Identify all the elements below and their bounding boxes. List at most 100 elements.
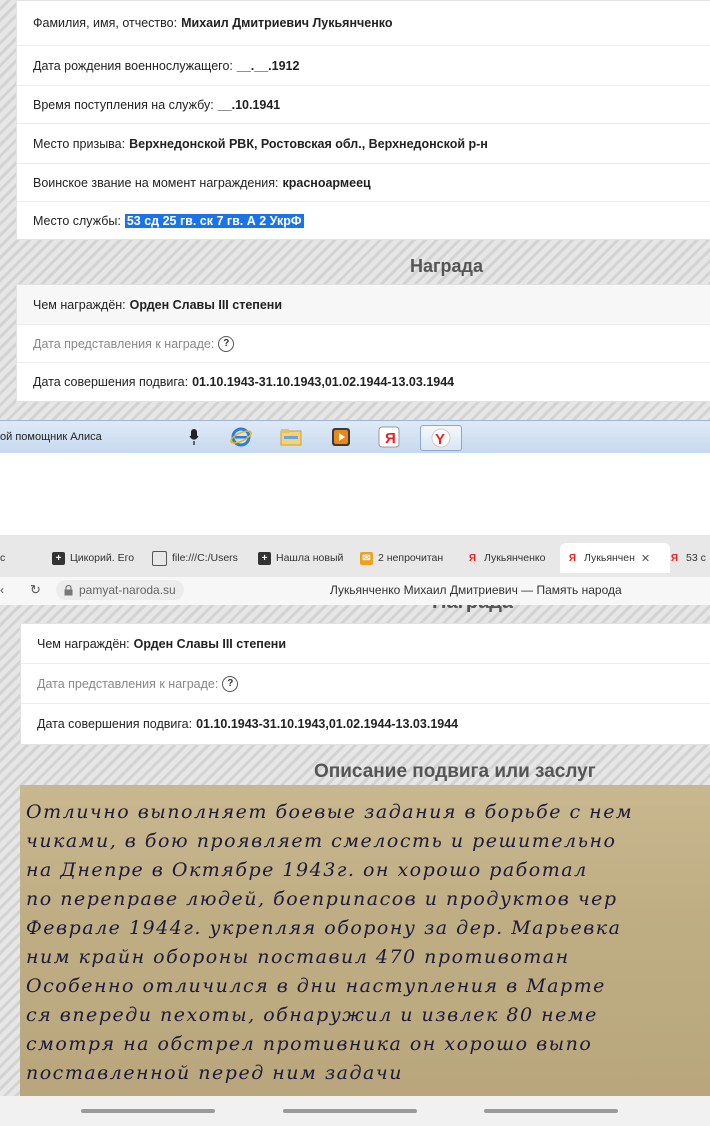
handwriting-line: чиками, в бою проявляет смелость и решит… bbox=[26, 830, 617, 852]
help-icon[interactable]: ? bbox=[222, 675, 239, 692]
award-section-title: Награда bbox=[410, 256, 483, 276]
address-bar: ‹ ↻ pamyat-naroda.su Лукьянченко Михаил … bbox=[0, 577, 710, 606]
info-row-service-start: Время поступления на службу: __.10.1941 bbox=[17, 86, 710, 124]
lock-icon bbox=[64, 584, 73, 595]
microphone-icon[interactable] bbox=[186, 425, 202, 449]
award-card: Чем награждён: Орден Славы III степени Да… bbox=[16, 284, 710, 402]
url-field[interactable]: pamyat-naroda.su bbox=[56, 580, 184, 600]
yandex-disk-icon[interactable]: Я bbox=[374, 425, 404, 449]
row-label: Чем награждён: bbox=[37, 636, 130, 651]
handwriting-line: ся впереди пехоты, обнаружил и извлек 80… bbox=[26, 1004, 598, 1026]
handwriting-line: поставленной перед ним задачи bbox=[26, 1062, 403, 1084]
yandex-icon: Я bbox=[568, 552, 577, 564]
award-row-name: Чем награждён: Орден Славы III степени bbox=[21, 624, 710, 664]
blank-gap bbox=[0, 453, 710, 535]
row-value: 01.10.1943-31.10.1943,01.02.1944-13.03.1… bbox=[192, 375, 455, 389]
info-row-name: Фамилия, имя, отчество: Михаил Дмитриевич… bbox=[17, 1, 710, 46]
bottom-page-background: Награда Чем награждён:Орден Славы III ст… bbox=[0, 605, 710, 1105]
info-row-service-place: Место службы: 53 сд 25 гв. ск 7 гв. А 2 У… bbox=[17, 202, 710, 239]
tab-lukyanchenko-active[interactable]: Я Лукьянчен ✕ bbox=[560, 543, 670, 573]
close-tab-icon[interactable]: ✕ bbox=[641, 552, 650, 565]
handwritten-document-image: Отлично выполняет боевые задания в борьб… bbox=[20, 785, 710, 1105]
award-row-feat-date: Дата совершения подвига: 01.10.1943-31.10… bbox=[21, 704, 710, 744]
help-icon[interactable]: ? bbox=[218, 335, 235, 352]
alice-search-box[interactable]: ой помощник Алиса bbox=[0, 425, 190, 449]
row-label: Дата совершения подвига: bbox=[33, 375, 189, 389]
svg-text:Я: Я bbox=[385, 430, 396, 447]
row-label: Время поступления на службу: bbox=[33, 97, 214, 112]
handwriting-line: Особенно отличился в дни наступления в М… bbox=[26, 975, 606, 997]
row-value: __.__.1912 bbox=[236, 58, 300, 73]
row-value: Орден Славы III степени bbox=[129, 297, 283, 312]
info-row-rank: Воинское звание на момент награждения: кр… bbox=[17, 164, 710, 202]
handwriting-line: смотря на обстрел противника он хорошо в… bbox=[26, 1033, 593, 1055]
handwriting-line: на Днепре в Октябре 1943г. он хорошо раб… bbox=[26, 859, 588, 881]
handwriting-line: ним крайн обороны поставил 470 противота… bbox=[26, 946, 570, 968]
handwriting-line: Феврале 1944г. укрепляя оборону за дер. … bbox=[26, 917, 622, 939]
top-page-background: Фамилия, имя, отчество: Михаил Дмитриевич… bbox=[0, 0, 710, 420]
browser-tab-bar: с + Цикорий. Его file:///C:/Users + Нашла … bbox=[0, 535, 710, 578]
row-value: 01.10.1943-31.10.1943,01.02.1944-13.03.1… bbox=[196, 717, 459, 731]
row-label: Дата представления к награде: bbox=[33, 336, 215, 351]
yandex-icon: Я bbox=[670, 552, 679, 564]
row-value: Орден Славы III степени bbox=[133, 636, 287, 651]
plus-icon: + bbox=[258, 551, 271, 565]
award-row-submission-date: Дата представления к награде:? bbox=[17, 325, 710, 363]
award-card-bottom: Чем награждён: Орден Славы III степени Да… bbox=[20, 623, 710, 745]
nav-pill-center[interactable] bbox=[283, 1109, 417, 1113]
award-section-title-partial: Награда bbox=[432, 605, 513, 614]
yandex-icon: Я bbox=[468, 552, 477, 564]
windows-taskbar: ой помощник Алиса Я Y bbox=[0, 420, 710, 454]
tab-chicory[interactable]: + Цикорий. Его bbox=[52, 543, 144, 573]
award-row-feat-date: Дата совершения подвига: 01.10.1943-31.10… bbox=[17, 363, 710, 401]
feat-description-title: Описание подвига или заслуг bbox=[314, 761, 596, 782]
row-value-link[interactable]: 53 сд 25 гв. ск 7 гв. А 2 УкрФ bbox=[124, 213, 304, 228]
plus-icon: + bbox=[52, 551, 65, 565]
url-text: pamyat-naroda.su bbox=[79, 583, 176, 597]
tab-53[interactable]: Я 53 с bbox=[668, 543, 710, 573]
row-label: Дата совершения подвига: bbox=[37, 717, 193, 731]
award-row-submission-date: Дата представления к награде:? bbox=[21, 664, 710, 704]
nav-pill-right[interactable] bbox=[484, 1109, 618, 1113]
row-label: Чем награждён: bbox=[33, 297, 126, 312]
tab-mail[interactable]: ✉ 2 непрочитан bbox=[360, 543, 460, 573]
tab-lukyanchenko[interactable]: Я Лукьянченко bbox=[466, 543, 558, 573]
info-row-draft-place: Место призыва: Верхнедонской РВК, Ростовс… bbox=[17, 124, 710, 164]
file-explorer-icon[interactable] bbox=[276, 425, 306, 449]
tab-label: file:///C:/Users bbox=[172, 552, 238, 564]
personal-info-card: Фамилия, имя, отчество: Михаил Дмитриевич… bbox=[16, 0, 710, 240]
row-label: Фамилия, имя, отчество: bbox=[33, 16, 178, 30]
award-row-name: Чем награждён: Орден Славы III степени bbox=[17, 285, 710, 325]
row-label: Дата представления к награде: bbox=[37, 676, 219, 691]
back-icon[interactable]: ‹ bbox=[0, 583, 4, 597]
tab-label: 53 с bbox=[686, 552, 706, 564]
alice-label: ой помощник Алиса bbox=[0, 431, 102, 443]
system-navigation-bar bbox=[0, 1096, 710, 1126]
tab-label: Нашла новый bbox=[276, 552, 344, 564]
tab-file[interactable]: file:///C:/Users bbox=[152, 543, 250, 573]
tab-label: Лукьянченко bbox=[484, 552, 546, 564]
row-value: Михаил Дмитриевич Лукьянченко bbox=[181, 16, 393, 30]
handwriting-line: Отлично выполняет боевые задания в борьб… bbox=[26, 801, 634, 823]
page-title: Лукьянченко Михаил Дмитриевич — Память н… bbox=[330, 583, 622, 597]
row-value: красноармеец bbox=[282, 175, 371, 190]
mail-icon: ✉ bbox=[360, 551, 373, 565]
row-label: Воинское звание на момент награждения: bbox=[33, 175, 279, 190]
row-value: __.10.1941 bbox=[217, 97, 281, 112]
tab-label: 2 непрочитан bbox=[378, 552, 444, 564]
nav-pill-left[interactable] bbox=[81, 1109, 215, 1113]
tab-label: Лукьянчен bbox=[584, 552, 635, 564]
media-player-icon[interactable] bbox=[326, 425, 356, 449]
yandex-browser-icon[interactable]: Y bbox=[420, 425, 462, 451]
row-value: Верхнедонской РВК, Ростовская обл., Верх… bbox=[129, 136, 488, 151]
tab-found[interactable]: + Нашла новый bbox=[258, 543, 350, 573]
row-label: Дата рождения военнослужащего: bbox=[33, 58, 233, 73]
tab-label: Цикорий. Его bbox=[70, 552, 135, 564]
internet-explorer-icon[interactable] bbox=[226, 425, 256, 449]
row-label: Место призыва: bbox=[33, 136, 126, 151]
handwriting-line: по переправе людей, боеприпасов и продук… bbox=[26, 888, 618, 910]
tab-0[interactable]: с bbox=[0, 543, 46, 573]
info-row-birthdate: Дата рождения военнослужащего: __.__.1912 bbox=[17, 46, 710, 86]
reload-icon[interactable]: ↻ bbox=[30, 582, 41, 598]
tab-label: с bbox=[0, 552, 6, 564]
